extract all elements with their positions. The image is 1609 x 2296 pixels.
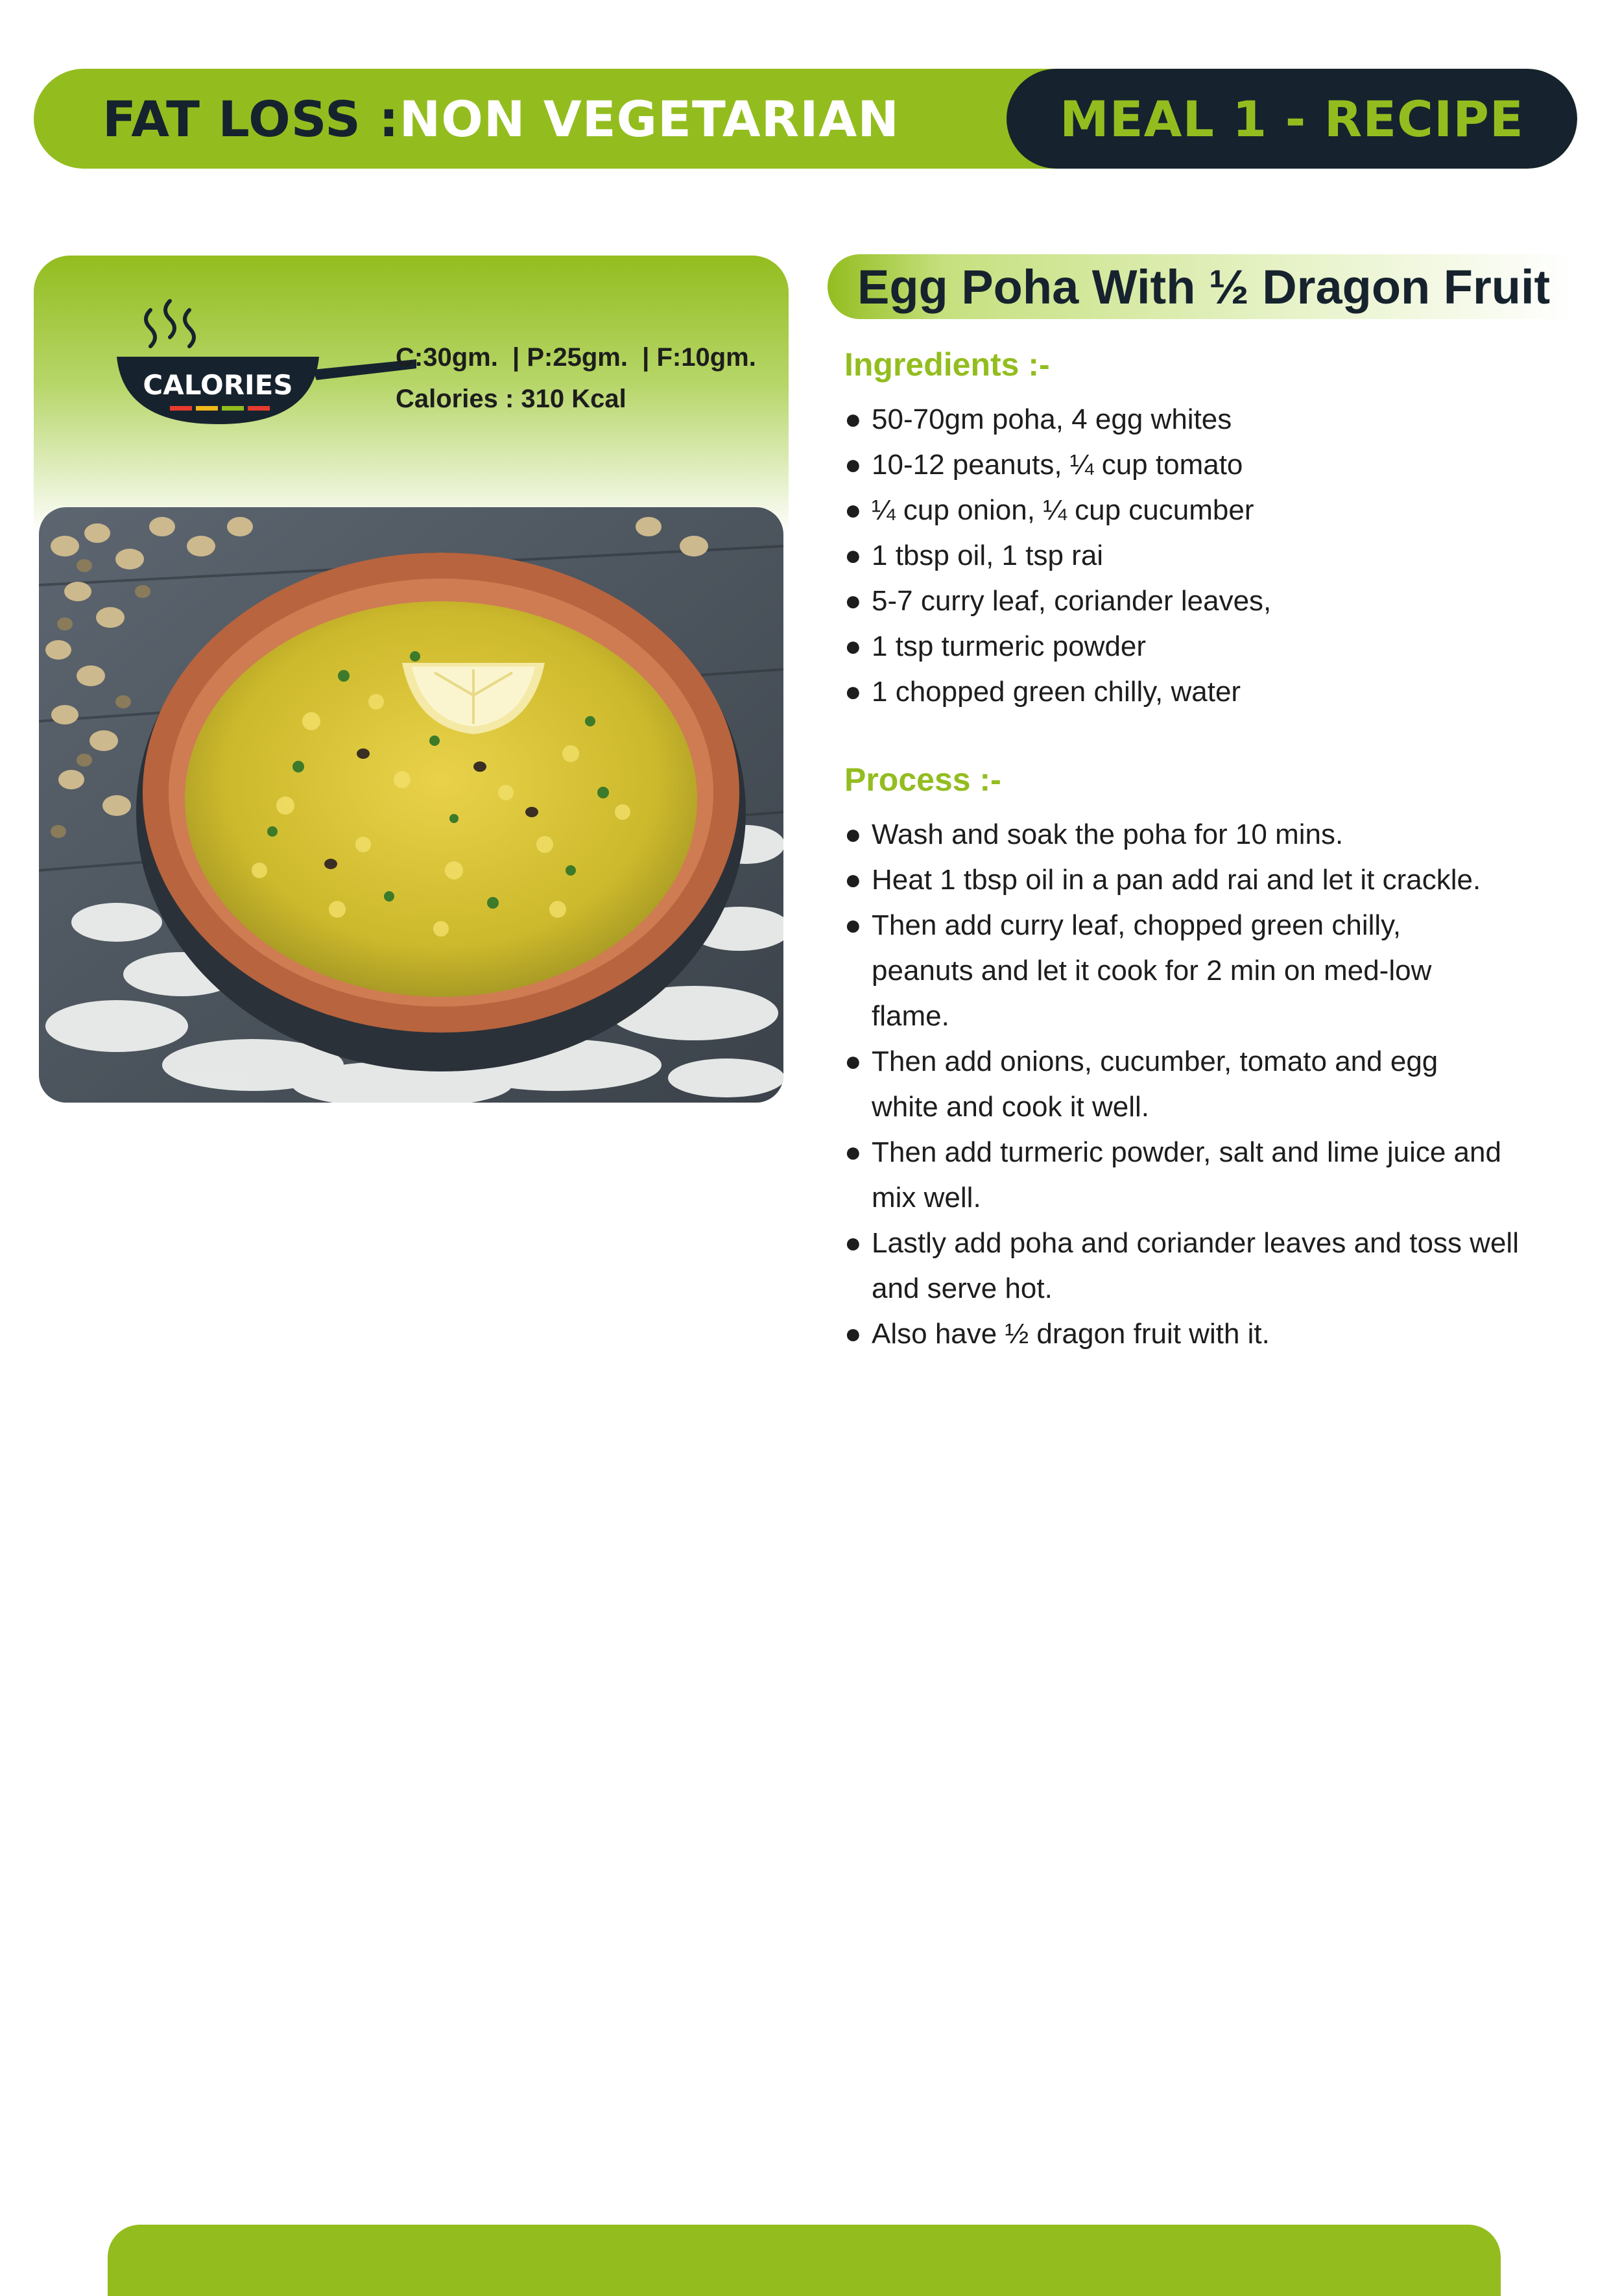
list-item: ● 10-12 peanuts, ¼ cup tomato	[844, 442, 1271, 488]
calories-line: Calories : 310 Kcal	[396, 385, 626, 413]
egg-poha-illustration	[39, 507, 783, 1103]
list-item: ● Then add onions, cucumber, tomato and e…	[844, 1039, 1442, 1130]
bullet-icon: ●	[844, 630, 862, 662]
bullet-icon: ●	[844, 540, 862, 571]
plan-title: FAT LOSS : NON VEGETARIAN	[102, 69, 900, 169]
list-item: ● Then add turmeric powder, salt and lime…	[844, 1130, 1520, 1221]
list-item: ● 5-7 curry leaf, coriander leaves,	[844, 579, 1271, 624]
bullet-icon: ●	[844, 494, 862, 526]
list-item: ● Also have ½ dragon fruit with it.	[844, 1311, 1558, 1357]
logo-text: CALORIES	[143, 369, 292, 401]
nutrition-card: CALORIES C:30gm. | P:25gm. | F:10gm. Calo…	[34, 256, 789, 1106]
steam-icon	[144, 299, 196, 348]
list-item: ● 1 chopped green chilly, water	[844, 669, 1271, 715]
process-list: ● Wash and soak the poha for 10 mins. ● He…	[844, 812, 1558, 1357]
bullet-icon: ●	[844, 1227, 862, 1259]
list-item: ● 1 tbsp oil, 1 tsp rai	[844, 533, 1271, 579]
macros-block: C:30gm. | P:25gm. | F:10gm. Calories : 31…	[396, 337, 756, 420]
bullet-icon: ●	[844, 676, 862, 708]
bullet-icon: ●	[844, 819, 862, 850]
bullet-icon: ●	[844, 864, 862, 896]
bullet-icon: ●	[844, 585, 862, 617]
list-item: ● Then add curry leaf, chopped green chil…	[844, 903, 1481, 1039]
bullet-icon: ●	[844, 1318, 862, 1350]
meal-label: MEAL 1 - RECIPE	[1007, 69, 1577, 169]
process-heading: Process :-	[844, 761, 1001, 798]
bullet-icon: ●	[844, 449, 862, 481]
header-banner: FAT LOSS : NON VEGETARIAN MEAL 1 - RECIP…	[34, 69, 1577, 169]
recipe-title: Egg Poha With ½ Dragon Fruit	[857, 259, 1551, 314]
list-item: ● Heat 1 tbsp oil in a pan add rai and le…	[844, 857, 1558, 903]
calories-pan-logo: CALORIES	[117, 299, 416, 424]
macros-line: C:30gm. | P:25gm. | F:10gm.	[396, 343, 756, 372]
list-item: ● Lastly add poha and coriander leaves an…	[844, 1221, 1520, 1311]
bullet-icon: ●	[844, 1046, 862, 1077]
list-item: ● ¼ cup onion, ¼ cup cucumber	[844, 488, 1271, 533]
list-item: ● Wash and soak the poha for 10 mins.	[844, 812, 1558, 857]
bullet-icon: ●	[844, 1136, 862, 1168]
bullet-icon: ●	[844, 403, 862, 435]
ingredients-list: ● 50-70gm poha, 4 egg whites ● 10-12 peanu…	[844, 397, 1271, 715]
ingredients-heading: Ingredients :-	[844, 346, 1050, 383]
footer-bar	[108, 2225, 1501, 2296]
dish-photo	[39, 507, 783, 1103]
list-item: ● 50-70gm poha, 4 egg whites	[844, 397, 1271, 442]
list-item: ● 1 tsp turmeric powder	[844, 624, 1271, 669]
bullet-icon: ●	[844, 909, 862, 941]
plan-goal: FAT LOSS :	[102, 90, 399, 148]
plan-diet: NON VEGETARIAN	[399, 90, 900, 148]
